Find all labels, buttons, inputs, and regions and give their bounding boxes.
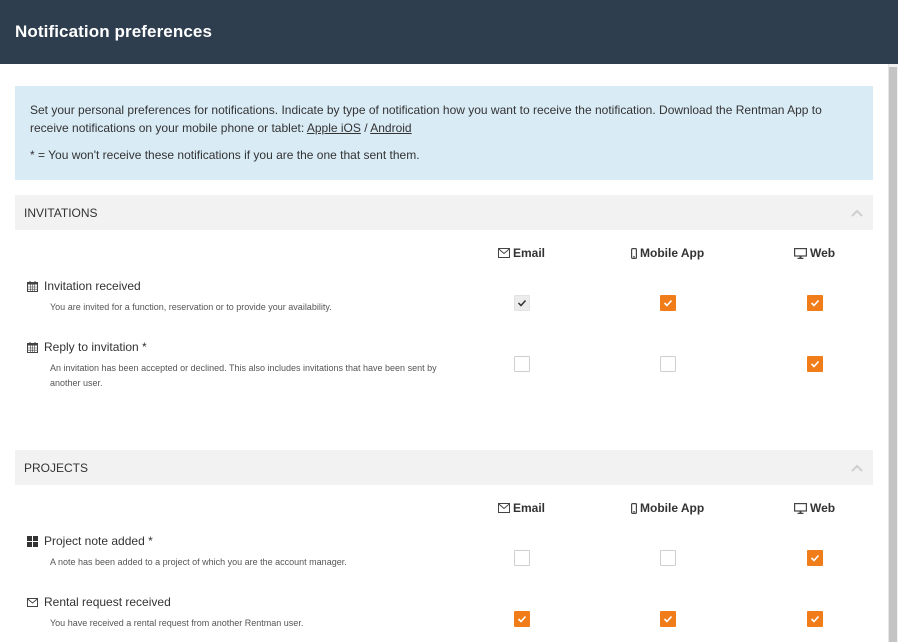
envelope-icon [498,503,510,513]
check-icon [663,299,673,307]
row-title-text: Rental request received [44,595,171,609]
check-icon [517,615,527,623]
page-title: Notification preferences [15,22,213,41]
column-label: Web [810,501,836,515]
apple-ios-link[interactable]: Apple iOS [307,121,361,135]
info-box: Set your personal preferences for notifi… [15,86,873,180]
check-icon [810,299,820,307]
column-headers: Email Mobile App Web [15,230,873,276]
scrollbar[interactable] [888,64,898,642]
column-header-mobile: Mobile App [631,501,704,515]
project-note-email-checkbox[interactable] [514,550,530,566]
row-title: Project note added * [27,534,153,548]
invitation-received-email-checkbox[interactable] [514,295,530,311]
chevron-up-icon[interactable] [851,209,863,217]
project-note-mobile-checkbox[interactable] [660,550,676,566]
notification-row-project-note-added: Project note added * A note has been add… [15,531,873,592]
mobile-icon [631,502,637,514]
column-header-email: Email [498,501,545,515]
row-title-text: Invitation received [44,279,141,293]
column-label: Mobile App [640,246,705,260]
info-note: * = You won't receive these notification… [30,148,420,162]
row-description: You have received a rental request from … [50,618,304,628]
rental-request-email-checkbox[interactable] [514,611,530,627]
mobile-icon [631,247,637,259]
calendar-icon [27,280,38,292]
check-icon [810,360,820,368]
row-description: You are invited for a function, reservat… [50,302,332,312]
column-header-mobile: Mobile App [631,246,704,260]
column-label: Email [513,501,546,515]
column-header-email: Email [498,246,545,260]
row-title-text: Reply to invitation * [44,340,147,354]
link-separator: / [360,121,371,135]
info-description: Set your personal preferences for notifi… [30,103,822,135]
section-title: INVITATIONS [24,205,98,220]
project-note-web-checkbox[interactable] [807,550,823,566]
notification-row-rental-request: Rental request received You have receive… [15,592,873,642]
check-icon [663,615,673,623]
check-icon [810,554,820,562]
check-icon [517,299,527,307]
section-header-projects[interactable]: PROJECTS [15,450,873,485]
notification-row-reply-to-invitation: Reply to invitation * An invitation has … [15,337,873,412]
envelope-icon [498,248,510,258]
row-title: Reply to invitation * [27,340,147,354]
calendar-icon [27,341,38,353]
envelope-icon [27,597,38,607]
rental-request-web-checkbox[interactable] [807,611,823,627]
reply-to-invitation-mobile-checkbox[interactable] [660,356,676,372]
column-header-web: Web [794,501,835,515]
column-headers: Email Mobile App Web [15,485,873,531]
reply-to-invitation-email-checkbox[interactable] [514,356,530,372]
rental-request-mobile-checkbox[interactable] [660,611,676,627]
android-link[interactable]: Android [370,121,411,135]
section-title: PROJECTS [24,460,89,475]
monitor-icon [794,247,807,259]
column-header-web: Web [794,246,835,260]
monitor-icon [794,502,807,514]
row-title: Invitation received [27,279,141,293]
invitation-received-web-checkbox[interactable] [807,295,823,311]
scrollbar-thumb[interactable] [889,67,897,642]
column-label: Email [513,246,546,260]
invitation-received-mobile-checkbox[interactable] [660,295,676,311]
chevron-up-icon[interactable] [851,464,863,472]
reply-to-invitation-web-checkbox[interactable] [807,356,823,372]
page-header: Notification preferences [0,0,898,64]
notification-row-invitation-received: Invitation received You are invited for … [15,276,873,337]
row-title-text: Project note added * [44,534,153,548]
row-description: A note has been added to a project of wh… [50,557,347,567]
row-description: An invitation has been accepted or decli… [50,363,437,388]
row-title: Rental request received [27,595,171,609]
info-text: Set your personal preferences for notifi… [30,101,858,137]
check-icon [810,615,820,623]
section-header-invitations[interactable]: INVITATIONS [15,195,873,230]
column-label: Web [810,246,836,260]
main-content: Set your personal preferences for notifi… [15,64,873,642]
column-label: Mobile App [640,501,705,515]
grid-icon [27,535,38,547]
scroll-area: Set your personal preferences for notifi… [0,64,898,642]
